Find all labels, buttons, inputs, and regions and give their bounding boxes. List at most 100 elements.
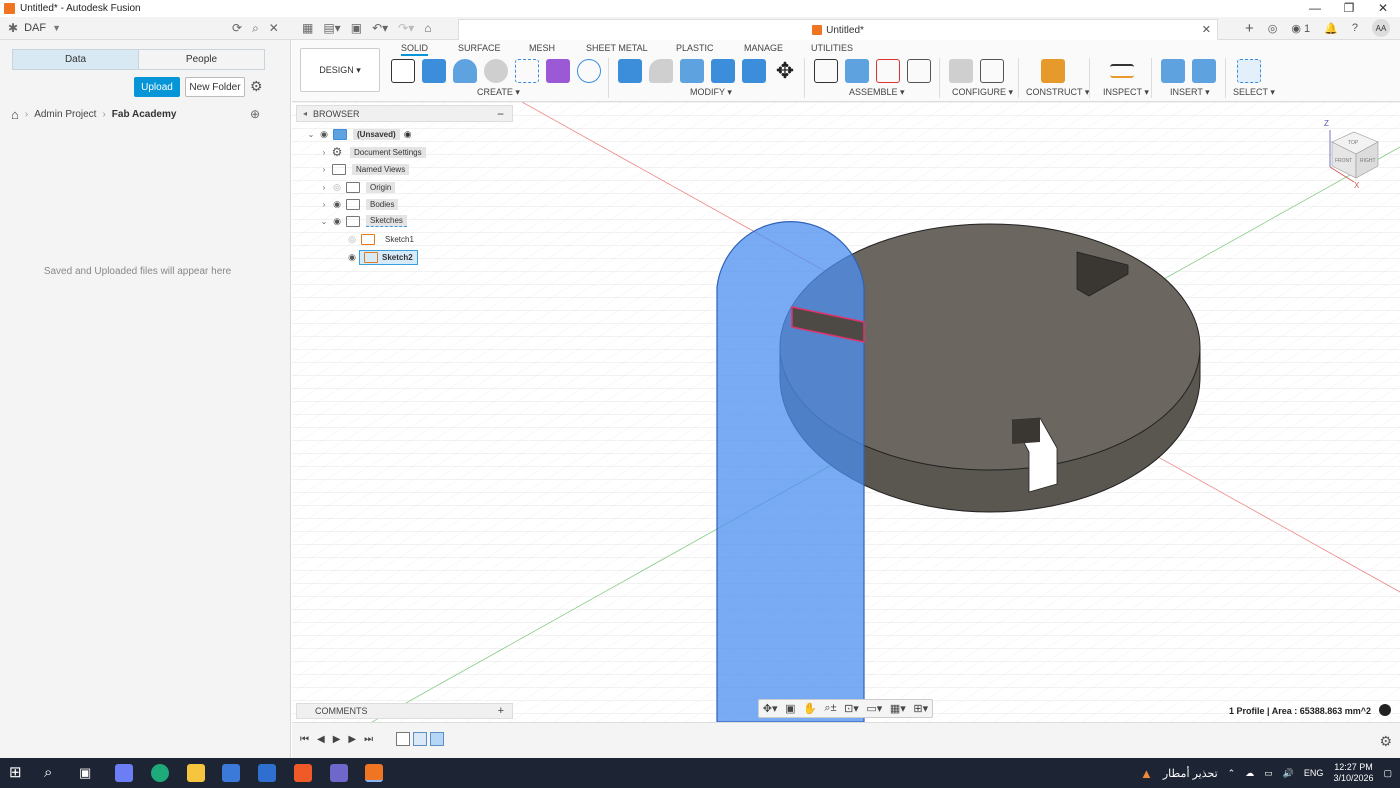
teams-icon[interactable] (330, 764, 348, 782)
select-icon[interactable] (1237, 59, 1261, 83)
onedrive-icon[interactable]: ☁ (1245, 768, 1254, 779)
tree-item-origin[interactable]: › ◎ Origin (318, 179, 396, 195)
globe-icon[interactable]: ⊕ (250, 107, 260, 121)
insert-derive-icon[interactable] (1161, 59, 1185, 83)
windows-start-icon[interactable]: ⊞ (9, 764, 27, 782)
go-to-end-icon[interactable]: ⏭ (364, 734, 373, 745)
design-canvas[interactable]: TOP FRONT RIGHT Z X (292, 102, 1400, 722)
file-menu-icon[interactable]: ▤▾ (323, 21, 340, 35)
sketch-profile[interactable] (716, 221, 865, 722)
create-menu[interactable]: CREATE ▾ (477, 87, 520, 98)
go-to-start-icon[interactable]: ⏮ (300, 734, 309, 745)
search-icon[interactable]: ⌕ (252, 21, 259, 36)
new-component-icon[interactable] (814, 59, 838, 83)
viewport-svg[interactable]: TOP FRONT RIGHT Z X (292, 102, 1400, 722)
notification-center-icon[interactable]: ▢ (1383, 768, 1392, 779)
tree-item-root[interactable]: ⌄ ◉ (Unsaved) ◉ (305, 126, 412, 142)
select-menu[interactable]: SELECT ▾ (1233, 87, 1275, 98)
gear-icon[interactable]: ⚙ (1379, 733, 1392, 750)
orbit-icon[interactable]: ✥▾ (763, 702, 778, 715)
close-window-button[interactable]: ✕ (1366, 0, 1400, 17)
home-icon[interactable]: ⌂ (11, 107, 19, 122)
display-settings-icon[interactable]: ▭▾ (866, 702, 882, 715)
extensions-icon[interactable]: ◎ (1268, 22, 1278, 35)
tab-surface[interactable]: SURFACE (458, 43, 501, 53)
home-icon[interactable]: ⌂ (424, 21, 431, 35)
insert-canvas-icon[interactable] (1192, 59, 1216, 83)
tab-people[interactable]: People (139, 50, 264, 69)
modify-menu[interactable]: MODIFY ▾ (690, 87, 732, 98)
copilot-icon[interactable] (115, 764, 133, 782)
tree-item-named-views[interactable]: › Named Views (318, 161, 410, 177)
chevron-right-icon[interactable]: › (318, 148, 330, 157)
look-at-icon[interactable]: ▣ (785, 702, 795, 715)
volume-icon[interactable]: 🔊 (1283, 768, 1294, 779)
network-icon[interactable]: ▭ (1264, 768, 1273, 779)
tab-data[interactable]: Data (13, 50, 139, 69)
close-tab-icon[interactable]: ✕ (1202, 23, 1211, 36)
tree-item-bodies[interactable]: › ◉ Bodies (318, 196, 399, 212)
eye-icon[interactable]: ◉ (345, 252, 359, 263)
viewports-icon[interactable]: ⊞▾ (913, 702, 928, 715)
split-body-icon[interactable] (742, 59, 766, 83)
app-grid-icon[interactable]: ▦ (302, 21, 313, 35)
eye-icon[interactable]: ◉ (330, 199, 344, 210)
inspect-menu[interactable]: INSPECT ▾ (1103, 87, 1149, 98)
tab-manage[interactable]: MANAGE (744, 43, 783, 53)
offset-plane-icon[interactable] (1041, 59, 1065, 83)
timeline-sketch1[interactable] (396, 732, 410, 746)
clock[interactable]: 12:27 PM 3/10/2026 (1333, 762, 1373, 784)
workspace-switcher[interactable]: DESIGN ▾ (300, 48, 380, 92)
new-folder-button[interactable]: New Folder (185, 77, 245, 97)
help-icon[interactable]: ? (1352, 22, 1358, 34)
pan-icon[interactable]: ✋ (803, 702, 817, 715)
tree-item-sketch2[interactable]: ◉ Sketch2 (345, 249, 418, 265)
status-indicator-icon[interactable] (1379, 704, 1391, 716)
hole-icon[interactable] (484, 59, 508, 83)
derive-icon[interactable] (577, 59, 601, 83)
tree-item-document-settings[interactable]: › ⚙ Document Settings (318, 144, 426, 160)
task-view-icon[interactable]: ▣ (79, 764, 97, 782)
create-form-icon[interactable] (546, 59, 570, 83)
browser-panel-header[interactable]: ◂ BROWSER − (296, 105, 513, 122)
joint-origin-icon[interactable] (907, 59, 931, 83)
tab-solid[interactable]: SOLID (401, 43, 429, 56)
brave-icon[interactable] (294, 764, 312, 782)
move-icon[interactable]: ✥ (773, 59, 797, 83)
configure-menu[interactable]: CONFIGURE ▾ (952, 87, 1013, 98)
new-tab-icon[interactable]: + (1245, 20, 1254, 37)
joint-icon[interactable] (845, 59, 869, 83)
step-forward-icon[interactable]: ▶ (348, 734, 356, 745)
add-comment-icon[interactable]: + (498, 705, 504, 717)
notifications-icon[interactable]: 🔔 (1324, 22, 1338, 35)
edge-icon[interactable] (151, 764, 169, 782)
close-panel-icon[interactable]: ✕ (269, 21, 279, 35)
step-back-icon[interactable]: ◀ (317, 734, 325, 745)
configuration-table-icon[interactable] (980, 59, 1004, 83)
job-status-icon[interactable]: ◉ 1 (1291, 22, 1310, 35)
tab-utilities[interactable]: UTILITIES (811, 43, 853, 53)
configure-icon[interactable] (949, 59, 973, 83)
chevron-down-icon[interactable]: ⌄ (305, 130, 317, 139)
refresh-icon[interactable]: ⟳ (232, 21, 242, 35)
tree-item-sketch1[interactable]: ◎ Sketch1 (345, 231, 418, 247)
undo-icon[interactable]: ↶▾ (372, 21, 388, 35)
timeline-extrude[interactable] (413, 732, 427, 746)
chevron-down-icon[interactable]: ⌄ (318, 217, 330, 226)
pattern-icon[interactable] (515, 59, 539, 83)
chevron-right-icon[interactable]: › (318, 200, 330, 209)
eye-hidden-icon[interactable]: ◎ (345, 234, 359, 245)
weather-text[interactable]: تحذير أمطار (1163, 767, 1218, 780)
chevron-down-icon[interactable]: ◂ (303, 109, 307, 118)
create-sketch-icon[interactable] (391, 59, 415, 83)
document-tab[interactable]: Untitled* ✕ (458, 19, 1218, 40)
eye-icon[interactable]: ◉ (330, 216, 344, 227)
collapse-icon[interactable]: − (497, 107, 504, 121)
search-icon[interactable]: ⌕ (44, 764, 62, 782)
restore-button[interactable]: ❐ (1332, 0, 1366, 17)
extrude-icon[interactable] (422, 59, 446, 83)
gear-icon[interactable]: ⚙ (250, 78, 263, 95)
chevron-right-icon[interactable]: › (318, 183, 330, 192)
shell-icon[interactable] (680, 59, 704, 83)
comments-panel[interactable]: COMMENTS + (296, 703, 513, 719)
